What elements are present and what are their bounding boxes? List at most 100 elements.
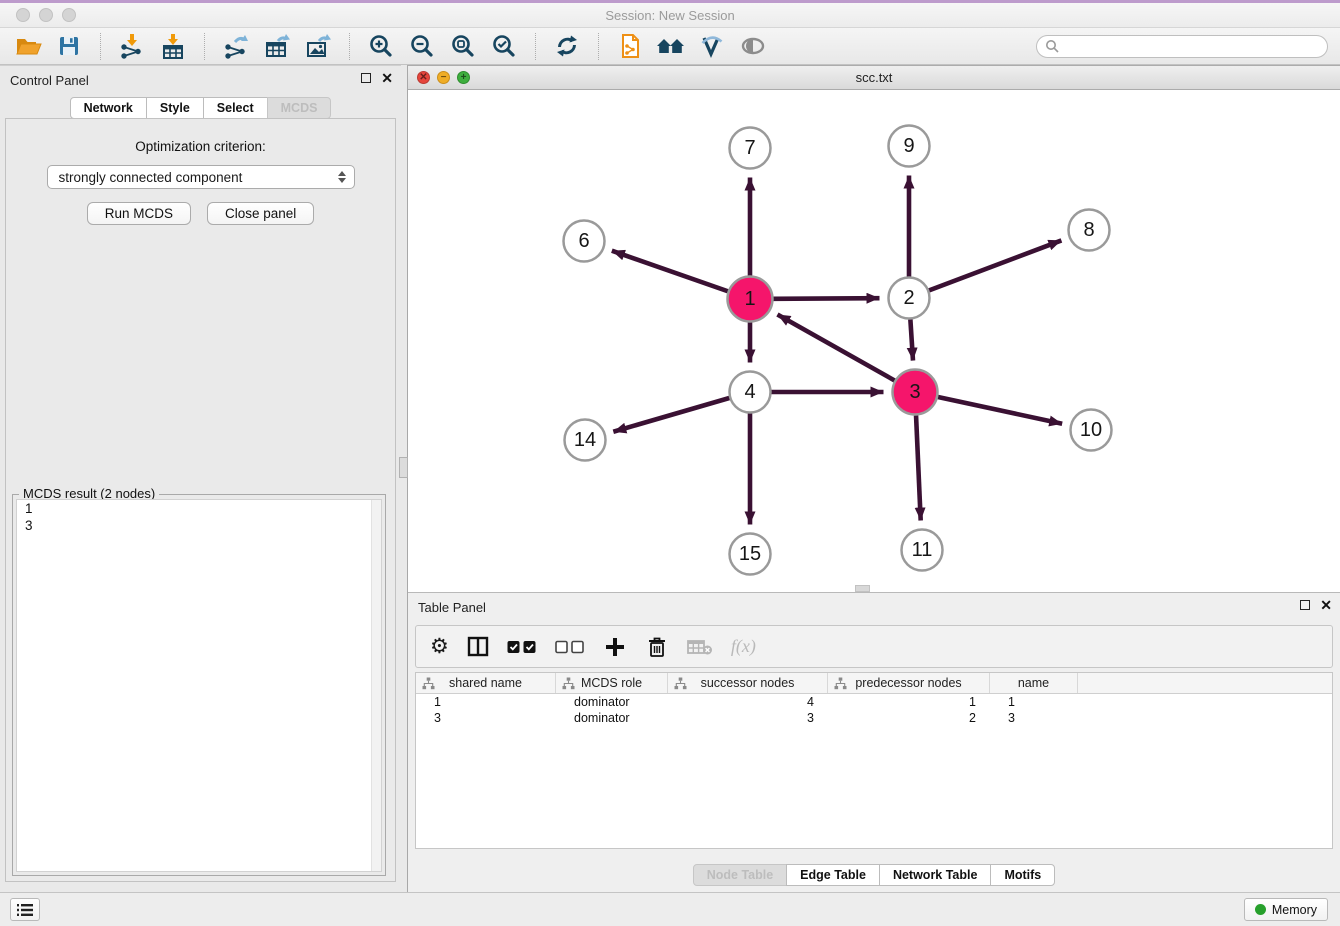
criterion-dropdown[interactable]: strongly connected component [47,165,355,189]
graph-node-label-14: 14 [574,429,596,451]
graph-edge-3-11[interactable] [916,415,921,520]
style-editor-icon[interactable] [696,31,728,61]
control-panel: Control Panel ✕ NetworkStyleSelectMCDS O… [0,65,401,892]
mcds-tab-content: Optimization criterion: strongly connect… [5,118,396,882]
tab-style[interactable]: Style [146,97,204,119]
import-network-icon[interactable] [116,31,148,61]
network-graph[interactable]: 1234678910111415 [408,90,1340,593]
app-titlebar: Session: New Session [0,3,1340,28]
export-network-icon[interactable] [220,31,252,61]
table-row[interactable]: 1dominator411 [416,694,1332,710]
tab-network[interactable]: Network [70,97,147,119]
graph-edge-4-14[interactable] [613,398,729,432]
graph-node-label-15: 15 [739,543,761,565]
column-visibility-icon[interactable] [467,632,489,662]
graph-edge-3-1[interactable] [777,314,894,380]
cell-predecessor-nodes: 2 [828,711,990,725]
cell-successor-nodes: 3 [668,711,828,725]
zoom-in-icon[interactable] [365,31,397,61]
result-item[interactable]: 3 [17,517,381,534]
search-icon [1045,39,1059,53]
graph-edge-2-3[interactable] [910,319,913,360]
column-header-predecessor-nodes[interactable]: predecessor nodes [828,673,990,693]
export-table-icon[interactable] [261,31,293,61]
tab-motifs[interactable]: Motifs [990,864,1055,886]
graph-node-label-3: 3 [909,381,920,403]
table-body: 1dominator4113dominator323 [416,694,1332,726]
memory-status-icon [1255,904,1266,915]
cell-successor-nodes: 4 [668,695,828,709]
list-icon [16,903,34,917]
close-table-panel-icon[interactable]: ✕ [1320,599,1332,611]
network-resize-handle[interactable] [855,585,870,592]
table-row[interactable]: 3dominator323 [416,710,1332,726]
dropdown-stepper-icon [338,171,346,183]
home-icon[interactable] [655,31,687,61]
criterion-value: strongly connected component [59,170,338,185]
close-panel-button[interactable]: Close panel [207,202,314,225]
graph-node-label-4: 4 [744,381,755,403]
float-table-panel-icon[interactable] [1300,600,1310,610]
node-table: shared nameMCDS rolesuccessor nodesprede… [415,672,1333,849]
delete-table-icon[interactable] [687,632,713,662]
graph-edge-3-10[interactable] [938,397,1062,424]
result-item[interactable]: 1 [17,500,381,517]
result-scrollbar[interactable] [371,500,381,871]
network-window-titlebar[interactable]: ✕ − + scc.txt [408,66,1340,90]
tab-network-table[interactable]: Network Table [879,864,992,886]
cell-predecessor-nodes: 1 [828,695,990,709]
network-window-title: scc.txt [408,70,1340,85]
select-all-icon[interactable] [507,632,537,662]
toolbar-separator [349,33,350,60]
memory-label: Memory [1272,903,1317,917]
toolbar-separator [204,33,205,60]
cell-shared-name: 1 [416,695,556,709]
close-panel-icon[interactable]: ✕ [381,72,393,84]
toolbar-separator [535,33,536,60]
graph-edge-1-6[interactable] [612,251,728,292]
float-panel-icon[interactable] [361,73,371,83]
zoom-fit-icon[interactable] [447,31,479,61]
optimization-criterion-label: Optimization criterion: [6,139,395,154]
control-panel-tabs: NetworkStyleSelectMCDS [0,97,401,119]
table-settings-gear-icon[interactable]: ⚙ [430,632,449,662]
task-history-button[interactable] [10,898,40,921]
search-field[interactable] [1036,35,1328,58]
refresh-layout-icon[interactable] [551,31,583,61]
memory-button[interactable]: Memory [1244,898,1328,921]
zoom-out-icon[interactable] [406,31,438,61]
column-header-mcds-role[interactable]: MCDS role [556,673,668,693]
save-icon[interactable] [53,31,85,61]
panel-splitter[interactable] [401,65,408,892]
zoom-selected-icon[interactable] [488,31,520,61]
graph-node-label-9: 9 [903,135,914,157]
search-input[interactable] [1064,39,1327,54]
function-builder-icon[interactable]: f(x) [731,632,756,662]
column-header-successor-nodes[interactable]: successor nodes [668,673,828,693]
toolbar-separator [100,33,101,60]
graph-edge-2-8[interactable] [929,240,1061,290]
graph-node-label-8: 8 [1083,219,1094,241]
open-network-docs-icon[interactable] [614,31,646,61]
import-table-icon[interactable] [157,31,189,61]
graph-node-label-6: 6 [578,230,589,252]
run-mcds-button[interactable]: Run MCDS [87,202,191,225]
main-toolbar [0,28,1340,65]
open-folder-icon[interactable] [12,31,44,61]
cell-mcds-role: dominator [556,695,668,709]
mcds-result-list: 13 [16,499,382,872]
export-image-icon[interactable] [302,31,334,61]
tab-mcds[interactable]: MCDS [267,97,332,119]
delete-column-icon[interactable] [645,632,669,662]
tab-select[interactable]: Select [203,97,268,119]
show-hide-eye-icon[interactable] [737,31,769,61]
tab-node-table[interactable]: Node Table [693,864,787,886]
splitter-handle[interactable] [399,457,408,478]
deselect-all-icon[interactable] [555,632,585,662]
tab-edge-table[interactable]: Edge Table [786,864,880,886]
column-header-name[interactable]: name [990,673,1078,693]
add-column-icon[interactable] [603,632,627,662]
column-header-shared-name[interactable]: shared name [416,673,556,693]
graph-edge-1-2[interactable] [773,298,879,299]
table-panel: Table Panel ✕ ⚙ f(x) shared nameMCDS rol… [408,592,1340,892]
